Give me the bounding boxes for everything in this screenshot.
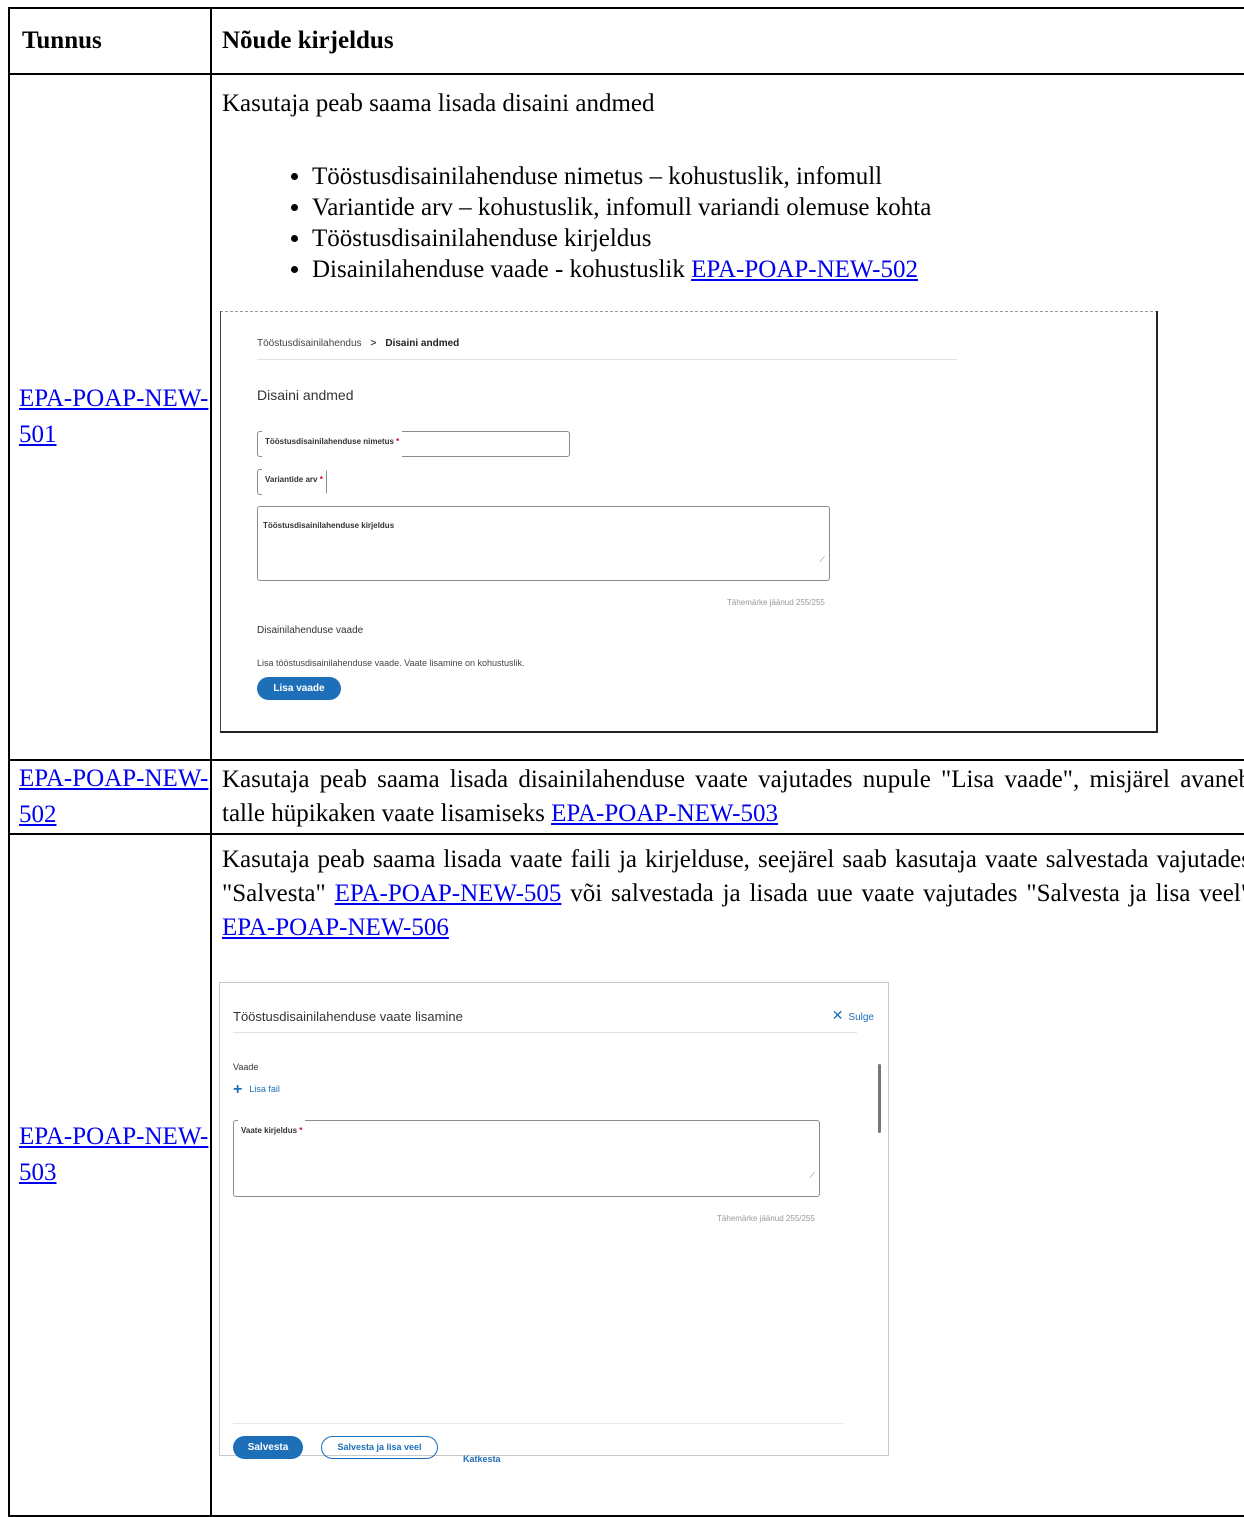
list-item: Tööstusdisainilahenduse nimetus – kohust… bbox=[312, 161, 1244, 192]
row-description-cell: Kasutaja peab saama lisada disaini andme… bbox=[210, 73, 1244, 761]
list-item: Variantide arv – kohustuslik, infomull v… bbox=[312, 192, 1244, 223]
header-id: Tunnus bbox=[8, 7, 212, 75]
table-row: EPA-POAP-NEW-503 Kasutaja peab saama lis… bbox=[8, 833, 1244, 1517]
breadcrumb: Tööstusdisainilahendus > Disaini andmed bbox=[257, 327, 459, 361]
list-item: Disainilahenduse vaade - kohustuslik EPA… bbox=[312, 254, 1244, 285]
scrollbar[interactable] bbox=[878, 1064, 881, 1133]
header-description: Nõude kirjeldus bbox=[210, 7, 1244, 75]
requirement-text: Kasutaja peab saama lisada vaate faili j… bbox=[222, 846, 1244, 941]
row-description-cell: Kasutaja peab saama lisada disainilahend… bbox=[210, 759, 1244, 835]
divider bbox=[233, 1423, 843, 1424]
reference-link[interactable]: EPA-POAP-NEW-505 bbox=[335, 880, 562, 907]
row-id-cell: EPA-POAP-NEW-503 bbox=[8, 833, 212, 1517]
char-counter: Tähemärke jäänud 255/255 bbox=[717, 1214, 815, 1223]
row-id-cell: EPA-POAP-NEW-502 bbox=[8, 759, 212, 835]
add-view-button[interactable]: Lisa vaade bbox=[257, 677, 341, 700]
requirement-id-link[interactable]: EPA-POAP-NEW-501 bbox=[19, 385, 208, 448]
requirement-id-link[interactable]: EPA-POAP-NEW-503 bbox=[19, 1123, 208, 1186]
field-list: Tööstusdisainilahenduse nimetus – kohust… bbox=[222, 161, 1244, 285]
table-row: EPA-POAP-NEW-502 Kasutaja peab saama lis… bbox=[8, 759, 1244, 835]
view-hint: Lisa tööstusdisainilahenduse vaade. Vaat… bbox=[257, 658, 525, 668]
reference-link[interactable]: EPA-POAP-NEW-506 bbox=[222, 914, 449, 941]
field-label: Variantide arv * bbox=[262, 463, 326, 497]
cancel-button[interactable]: Katkesta bbox=[463, 1442, 501, 1476]
requirement-id-link[interactable]: EPA-POAP-NEW-502 bbox=[19, 765, 208, 828]
add-file-button[interactable]: + Lisa fail bbox=[233, 1072, 280, 1107]
design-description-textarea[interactable]: Tööstusdisainilahenduse kirjeldus ⟋ bbox=[257, 506, 830, 581]
reference-link[interactable]: EPA-POAP-NEW-502 bbox=[691, 256, 918, 283]
save-and-add-button[interactable]: Salvesta ja lisa veel bbox=[321, 1436, 438, 1459]
screenshot-edge bbox=[220, 311, 221, 733]
table-row: EPA-POAP-NEW-501 Kasutaja peab saama lis… bbox=[8, 73, 1244, 761]
field-label: Tööstusdisainilahenduse kirjeldus bbox=[260, 509, 398, 543]
row-description-cell: Kasutaja peab saama lisada vaate faili j… bbox=[210, 833, 1244, 1517]
save-button[interactable]: Salvesta bbox=[233, 1436, 303, 1459]
resize-handle-icon[interactable]: ⟋ bbox=[819, 543, 825, 577]
field-label: Vaate kirjeldus * bbox=[238, 1114, 306, 1148]
page-title: Disaini andmed bbox=[257, 387, 354, 403]
resize-handle-icon[interactable]: ⟋ bbox=[809, 1159, 815, 1193]
screenshot-edge bbox=[1156, 311, 1158, 733]
char-counter: Tähemärke jäänud 255/255 bbox=[727, 598, 825, 607]
modal-screenshot: Tööstusdisainilahenduse vaate lisamine ✕… bbox=[219, 982, 889, 1464]
screenshot-edge bbox=[220, 731, 1158, 733]
screenshot-edge bbox=[220, 311, 1158, 316]
plus-icon: + bbox=[233, 1081, 243, 1098]
requirement-intro: Kasutaja peab saama lisada disaini andme… bbox=[222, 90, 655, 117]
list-item: Tööstusdisainilahenduse kirjeldus bbox=[312, 223, 1244, 254]
breadcrumb-parent[interactable]: Tööstusdisainilahendus bbox=[257, 338, 362, 349]
modal-title: Tööstusdisainilahenduse vaate lisamine bbox=[233, 1009, 463, 1024]
breadcrumb-separator: > bbox=[370, 338, 377, 349]
design-name-field[interactable]: Tööstusdisainilahenduse nimetus * bbox=[257, 425, 570, 459]
requirements-table: Tunnus Nõude kirjeldus EPA-POAP-NEW-501 … bbox=[8, 7, 1244, 1517]
form-screenshot: Tööstusdisainilahendus > Disaini andmed Di… bbox=[220, 311, 1158, 733]
close-icon: ✕ bbox=[831, 1007, 844, 1023]
reference-link[interactable]: EPA-POAP-NEW-503 bbox=[551, 800, 778, 827]
row-id-cell: EPA-POAP-NEW-501 bbox=[8, 73, 212, 761]
variants-count-field[interactable]: Variantide arv * bbox=[257, 463, 327, 497]
header-row: Tunnus Nõude kirjeldus bbox=[8, 7, 1244, 75]
close-button[interactable]: ✕ Sulge bbox=[832, 998, 874, 1035]
view-section-label: Disainilahenduse vaade bbox=[257, 625, 364, 636]
view-description-textarea[interactable]: Vaate kirjeldus * ⟋ bbox=[233, 1114, 820, 1197]
breadcrumb-current: Disaini andmed bbox=[385, 338, 460, 349]
divider bbox=[233, 1032, 857, 1033]
divider bbox=[257, 359, 957, 360]
field-label: Tööstusdisainilahenduse nimetus * bbox=[262, 425, 403, 459]
